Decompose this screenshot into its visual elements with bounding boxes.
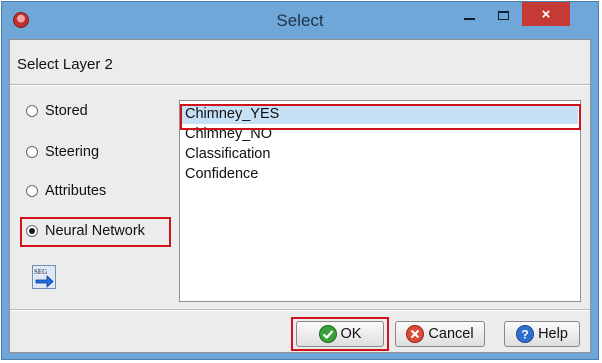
help-icon: ? bbox=[516, 325, 535, 343]
highlight-box-ok bbox=[291, 317, 389, 351]
maximize-button[interactable] bbox=[488, 2, 518, 28]
seg-export-icon[interactable]: SEG bbox=[32, 265, 56, 289]
dialog-window: Select × Select Layer 2 Stored Steering … bbox=[1, 1, 599, 360]
svg-text:?: ? bbox=[521, 328, 528, 342]
dialog-body: Select Layer 2 Stored Steering Attribute… bbox=[9, 39, 591, 353]
svg-text:SEG: SEG bbox=[34, 268, 47, 276]
help-button[interactable]: ? Help bbox=[504, 321, 580, 347]
bottom-separator bbox=[10, 309, 590, 311]
list-item-confidence[interactable]: Confidence bbox=[185, 164, 258, 184]
minimize-icon bbox=[463, 18, 475, 20]
minimize-button[interactable] bbox=[454, 2, 484, 28]
radio-label: Attributes bbox=[45, 183, 107, 199]
title-bar[interactable]: Select × bbox=[2, 2, 598, 40]
radio-stored[interactable]: Stored bbox=[26, 103, 88, 119]
cancel-label: Cancel bbox=[428, 326, 474, 342]
radio-attributes[interactable]: Attributes bbox=[26, 183, 106, 199]
layer-list[interactable]: Chimney_YES Chimney_NO Classification Co… bbox=[179, 100, 581, 302]
radio-label: Stored bbox=[45, 103, 88, 119]
cancel-button[interactable]: Cancel bbox=[395, 321, 485, 347]
radio-circle[interactable] bbox=[26, 146, 38, 158]
maximize-icon bbox=[497, 10, 509, 20]
top-separator bbox=[10, 84, 590, 86]
help-label: Help bbox=[538, 326, 568, 342]
highlight-box-selected-item bbox=[180, 104, 581, 130]
cancel-icon bbox=[406, 325, 425, 343]
list-item-classification[interactable]: Classification bbox=[185, 144, 270, 164]
highlight-box-neural-network bbox=[20, 217, 171, 247]
radio-circle[interactable] bbox=[26, 105, 38, 117]
dialog-heading: Select Layer 2 bbox=[17, 56, 113, 73]
close-button[interactable]: × bbox=[522, 2, 570, 26]
radio-label: Steering bbox=[45, 144, 100, 160]
radio-circle[interactable] bbox=[26, 185, 38, 197]
radio-steering[interactable]: Steering bbox=[26, 144, 99, 160]
